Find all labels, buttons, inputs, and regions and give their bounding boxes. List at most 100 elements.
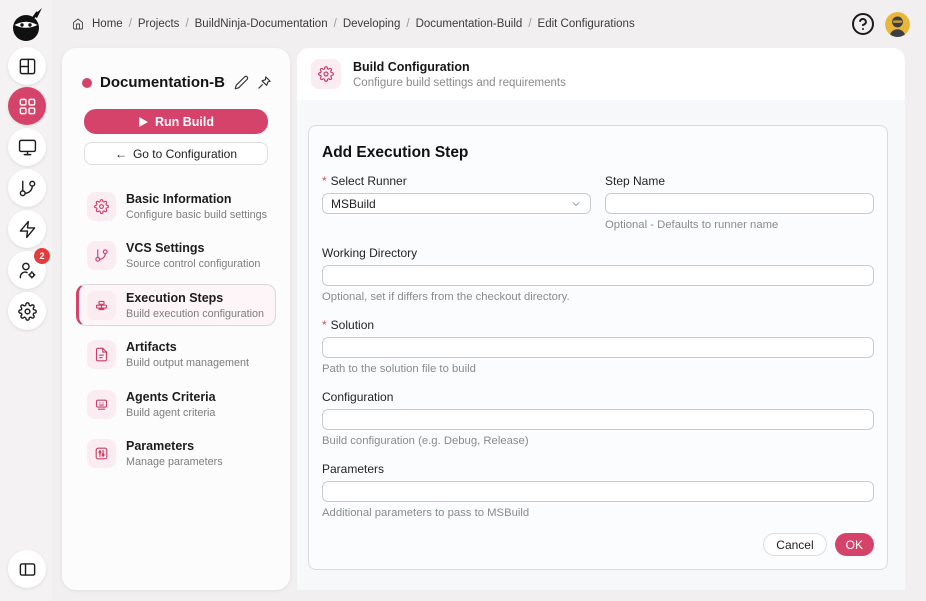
- nav-item-subtitle: Manage parameters: [126, 456, 223, 469]
- sidebar-panel: Documentation-Bu... Run Build ← Go to Co…: [62, 48, 290, 590]
- nav-item-subtitle: Build output management: [126, 357, 249, 370]
- nav-item-subtitle: Configure basic build settings: [126, 209, 267, 222]
- git-branch-icon: [18, 179, 37, 198]
- breadcrumb-subproject[interactable]: Developing: [343, 18, 401, 30]
- ok-button[interactable]: OK: [835, 533, 874, 556]
- left-arrow-icon: ←: [115, 147, 127, 161]
- goto-configuration-label: Go to Configuration: [133, 147, 237, 161]
- user-avatar[interactable]: [885, 12, 910, 37]
- form-title: Add Execution Step: [322, 144, 874, 162]
- nav-item-title: Artifacts: [126, 340, 177, 354]
- solution-label: * Solution: [322, 318, 874, 332]
- run-build-button[interactable]: Run Build: [84, 109, 268, 134]
- rail-item-overview[interactable]: [8, 47, 46, 85]
- nav-item-title: VCS Settings: [126, 241, 205, 255]
- nav-item-title: Parameters: [126, 439, 194, 453]
- top-bar: Home / Projects / BuildNinja-Documentati…: [52, 0, 926, 48]
- step-name-label: Step Name: [605, 174, 874, 188]
- git-branch-icon: [87, 241, 116, 270]
- configuration-input[interactable]: [322, 409, 874, 430]
- robot-card-icon: [87, 390, 116, 419]
- nav-item-subtitle: Source control configuration: [126, 258, 260, 271]
- rail-item-builds[interactable]: [8, 210, 46, 248]
- solution-hint: Path to the solution file to build: [322, 363, 874, 375]
- bricks-icon: [87, 291, 116, 320]
- goto-configuration-button[interactable]: ← Go to Configuration: [84, 142, 268, 165]
- cancel-button[interactable]: Cancel: [763, 533, 826, 556]
- nav-item-agents-criteria[interactable]: Agents CriteriaBuild agent criteria: [76, 383, 276, 425]
- rail-item-settings[interactable]: [8, 292, 46, 330]
- nav-item-basic-information[interactable]: Basic Information Configure basic build s…: [76, 185, 276, 227]
- breadcrumb-current: Edit Configurations: [538, 18, 635, 30]
- breadcrumb-home[interactable]: Home: [92, 18, 123, 30]
- solution-input[interactable]: [322, 337, 874, 358]
- status-dot: [82, 78, 92, 88]
- nav-item-parameters[interactable]: Parameters Manage parameters: [76, 432, 276, 474]
- parameters-input[interactable]: [322, 481, 874, 502]
- breadcrumb: Home / Projects / BuildNinja-Documentati…: [72, 18, 635, 30]
- home-icon: [72, 18, 84, 30]
- working-directory-label: Working Directory: [322, 246, 874, 260]
- nav-item-subtitle: Build execution configuration: [126, 308, 264, 321]
- main-content: Add Execution Step * Select Runner MSBui…: [297, 100, 905, 590]
- nav-item-title: Execution Steps: [126, 291, 223, 305]
- configuration-hint: Build configuration (e.g. Debug, Release…: [322, 435, 874, 447]
- user-gear-icon: [18, 261, 37, 280]
- sliders-box-icon: [87, 439, 116, 468]
- rail-collapse-button[interactable]: [8, 550, 46, 588]
- breadcrumb-project[interactable]: BuildNinja-Documentation: [195, 18, 328, 30]
- breadcrumb-projects[interactable]: Projects: [138, 18, 180, 30]
- play-icon: [138, 117, 148, 127]
- breadcrumb-separator: /: [528, 18, 531, 30]
- configuration-label: Configuration: [322, 390, 874, 404]
- breadcrumb-separator: /: [185, 18, 188, 30]
- nav-item-title: Agents Criteria: [126, 390, 216, 404]
- users-badge: 2: [34, 248, 50, 264]
- add-execution-step-card: Add Execution Step * Select Runner MSBui…: [308, 125, 888, 570]
- layout-icon: [18, 57, 37, 76]
- page-title: Build Configuration: [353, 60, 566, 74]
- nav-item-title: Basic Information: [126, 192, 232, 206]
- gear-icon: [311, 59, 341, 89]
- nav-item-execution-steps[interactable]: Execution Steps Build execution configura…: [76, 284, 276, 326]
- working-directory-hint: Optional, set if differs from the checko…: [322, 291, 874, 303]
- file-icon: [87, 340, 116, 369]
- main-header: Build Configuration Configure build sett…: [297, 48, 905, 100]
- pencil-icon[interactable]: [234, 75, 249, 90]
- select-runner-label: * Select Runner: [322, 174, 591, 188]
- sidebar-collapse-icon: [18, 560, 37, 579]
- breadcrumb-separator: /: [334, 18, 337, 30]
- step-name-hint: Optional - Defaults to runner name: [605, 219, 874, 231]
- step-name-input[interactable]: [605, 193, 874, 214]
- nav-item-vcs-settings[interactable]: VCS Settings Source control configuration: [76, 234, 276, 276]
- rail-item-projects[interactable]: [8, 87, 46, 125]
- rail-item-agents[interactable]: [8, 128, 46, 166]
- required-asterisk: *: [322, 174, 327, 188]
- rail-item-users[interactable]: 2: [8, 251, 46, 289]
- required-asterisk: *: [322, 318, 327, 332]
- chevron-down-icon: [570, 198, 582, 210]
- breadcrumb-build[interactable]: Documentation-Build: [416, 18, 523, 30]
- parameters-hint: Additional parameters to pass to MSBuild: [322, 507, 874, 519]
- build-config-title: Documentation-Bu...: [100, 74, 226, 91]
- rail-item-vcs[interactable]: [8, 169, 46, 207]
- ninja-logo[interactable]: [9, 6, 45, 44]
- help-circle-icon[interactable]: [851, 12, 875, 36]
- working-directory-input[interactable]: [322, 265, 874, 286]
- runner-select-value: MSBuild: [331, 197, 376, 211]
- breadcrumb-separator: /: [129, 18, 132, 30]
- runner-select[interactable]: MSBuild: [322, 193, 591, 214]
- parameters-label: Parameters: [322, 462, 874, 476]
- page-subtitle: Configure build settings and requirement…: [353, 77, 566, 89]
- config-nav: Basic Information Configure basic build s…: [62, 185, 290, 475]
- zap-icon: [18, 220, 37, 239]
- grid-icon: [18, 97, 37, 116]
- nav-item-artifacts[interactable]: Artifacts Build output management: [76, 333, 276, 375]
- gear-icon: [87, 192, 116, 221]
- breadcrumb-separator: /: [406, 18, 409, 30]
- icon-rail: 2: [0, 0, 52, 601]
- gear-icon: [18, 302, 37, 321]
- pushpin-icon[interactable]: [257, 75, 272, 90]
- monitor-icon: [18, 138, 37, 157]
- run-build-label: Run Build: [155, 115, 214, 129]
